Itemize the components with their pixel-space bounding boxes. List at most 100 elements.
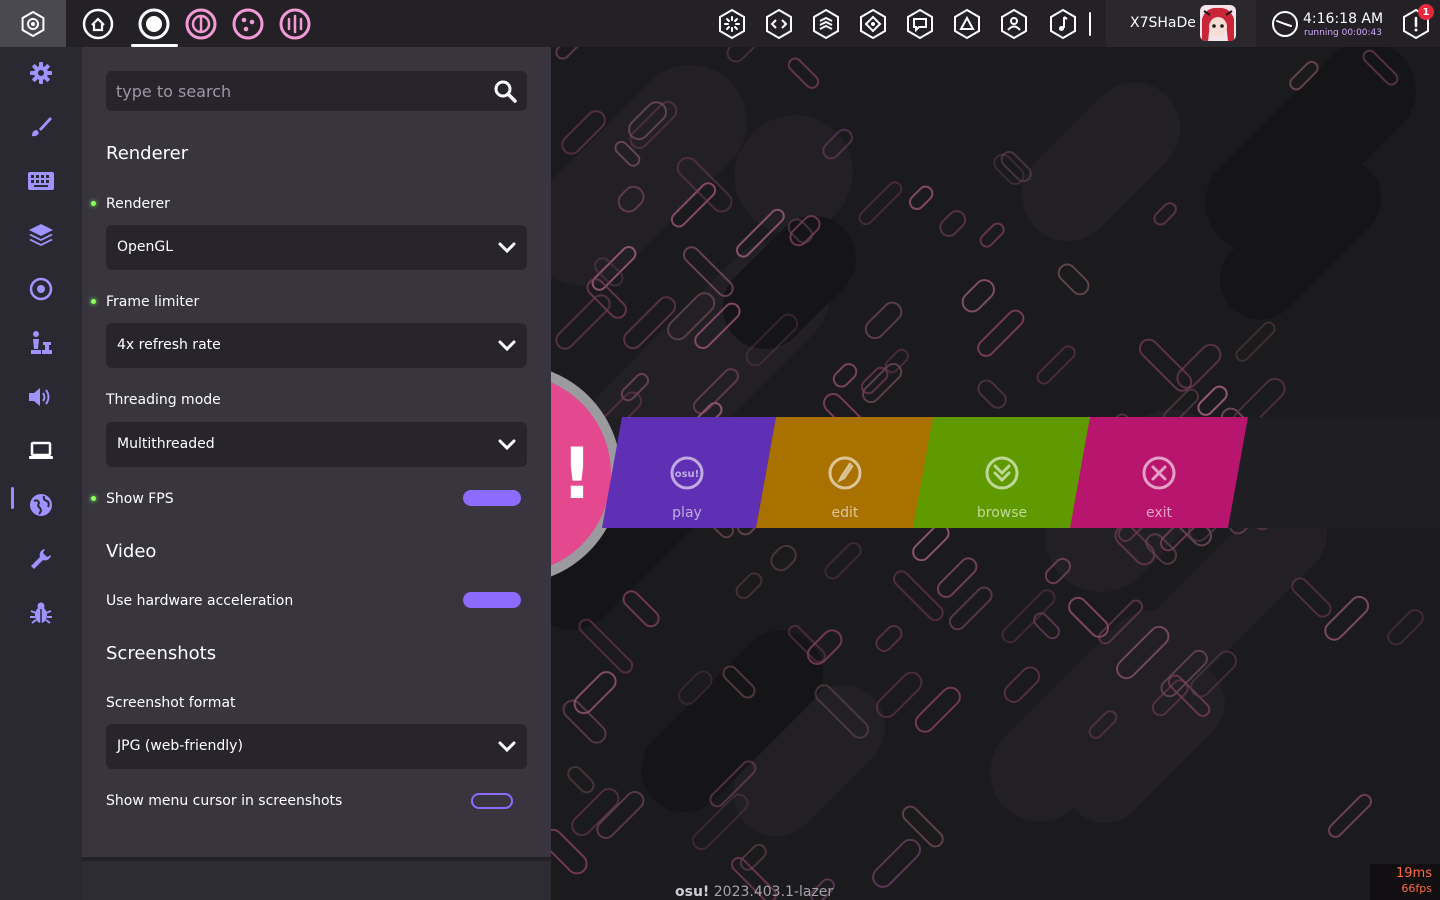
circle-target-icon bbox=[29, 277, 53, 301]
menu-cursor-toggle[interactable] bbox=[471, 793, 513, 809]
sidebar-item-rulesets[interactable] bbox=[20, 323, 62, 363]
clock-button[interactable] bbox=[1267, 6, 1303, 42]
sidebar-item-audio[interactable] bbox=[20, 377, 62, 417]
play-label: play bbox=[672, 505, 702, 521]
renderer-value: OpenGL bbox=[117, 239, 174, 255]
version-brand: osu! bbox=[675, 884, 710, 900]
wrench-icon bbox=[31, 549, 51, 569]
now-playing-button[interactable] bbox=[1045, 6, 1081, 42]
exit-label: exit bbox=[1145, 505, 1173, 521]
rankings-button[interactable] bbox=[855, 6, 891, 42]
ruleset-catch-button[interactable] bbox=[230, 6, 266, 42]
gear-icon bbox=[30, 62, 52, 84]
sidebar-item-user-interface[interactable] bbox=[20, 215, 62, 255]
taiko-ruleset-icon bbox=[185, 8, 217, 40]
chat-icon bbox=[766, 8, 792, 40]
play-button[interactable]: osu! play bbox=[598, 417, 776, 528]
edit-label: edit bbox=[831, 505, 859, 521]
screenshot-format-label: Screenshot format bbox=[106, 695, 236, 711]
sidebar-item-skin[interactable] bbox=[20, 107, 62, 147]
show-fps-toggle[interactable] bbox=[463, 490, 521, 506]
news-icon bbox=[813, 8, 839, 40]
sidebar-item-maintenance[interactable] bbox=[20, 539, 62, 579]
changed-indicator-dot bbox=[91, 496, 96, 501]
wiki-button[interactable] bbox=[996, 6, 1032, 42]
search-input[interactable]: type to search bbox=[116, 82, 231, 101]
threading-mode-label: Threading mode bbox=[106, 392, 221, 408]
changelog-button[interactable] bbox=[902, 6, 938, 42]
version-number: 2023.403.1-lazer bbox=[713, 884, 834, 900]
toolbar-separator bbox=[1089, 12, 1091, 36]
settings-panel: type to search Renderer Renderer OpenGL … bbox=[82, 47, 551, 857]
changelog-icon bbox=[907, 8, 933, 40]
catch-ruleset-icon bbox=[232, 8, 264, 40]
username: X7SHaDe bbox=[1130, 15, 1196, 31]
screenshot-format-dropdown[interactable]: JPG (web-friendly) bbox=[106, 724, 527, 769]
renderer-label: Renderer bbox=[106, 196, 170, 212]
frame-time: 19ms bbox=[1396, 866, 1432, 881]
laptop-icon bbox=[29, 441, 53, 459]
sidebar-item-graphics[interactable] bbox=[20, 431, 62, 471]
gear-icon bbox=[21, 10, 45, 37]
sidebar-item-online[interactable] bbox=[20, 485, 62, 525]
exit-button[interactable]: exit bbox=[1070, 417, 1248, 528]
search-icon bbox=[494, 80, 517, 103]
chevron-down-icon bbox=[498, 741, 516, 753]
changed-indicator-dot bbox=[91, 299, 96, 304]
chat-button[interactable] bbox=[761, 6, 797, 42]
sidebar-item-gameplay[interactable] bbox=[20, 269, 62, 309]
clock-icon bbox=[1272, 11, 1298, 37]
section-title-video: Video bbox=[106, 541, 157, 562]
version-text: osu! 2023.403.1-lazer bbox=[675, 884, 833, 900]
sidebar-active-indicator bbox=[11, 487, 14, 509]
sidebar-item-general[interactable] bbox=[20, 53, 62, 93]
avatar bbox=[1200, 5, 1236, 41]
chevron-down-icon bbox=[498, 242, 516, 254]
dashboard-button[interactable] bbox=[949, 6, 985, 42]
close-circle-icon bbox=[1142, 456, 1176, 490]
dashboard-icon bbox=[954, 8, 980, 40]
beatmap-listing-button[interactable] bbox=[714, 6, 750, 42]
search-field[interactable]: type to search bbox=[106, 71, 527, 111]
speaker-icon bbox=[29, 388, 50, 406]
running-time: running 00:00:43 bbox=[1304, 28, 1383, 38]
rankings-icon bbox=[860, 8, 886, 40]
fps-counter: 19ms 66fps bbox=[1370, 864, 1440, 900]
toolbar: X7SHaDe 4:16:18 AM running 00:00:43 1 bbox=[0, 0, 1440, 47]
frame-limiter-dropdown[interactable]: 4x refresh rate bbox=[106, 323, 527, 368]
osu-ruleset-icon bbox=[138, 8, 170, 40]
fps-value: 66fps bbox=[1401, 882, 1432, 895]
frame-limiter-label: Frame limiter bbox=[106, 294, 200, 310]
ruleset-mania-button[interactable] bbox=[277, 6, 313, 42]
ruleset-osu-button[interactable] bbox=[136, 6, 172, 42]
hardware-acceleration-label: Use hardware acceleration bbox=[106, 593, 294, 609]
settings-toggle-button[interactable] bbox=[0, 0, 66, 47]
chevron-down-icon bbox=[498, 439, 516, 451]
show-fps-label: Show FPS bbox=[106, 491, 174, 507]
hardware-acceleration-toggle[interactable] bbox=[463, 592, 521, 608]
threading-mode-value: Multithreaded bbox=[117, 436, 215, 452]
screenshot-format-value: JPG (web-friendly) bbox=[117, 738, 243, 754]
osu-logo-icon: osu! bbox=[670, 456, 704, 490]
home-icon bbox=[82, 8, 114, 40]
play-icon-text: osu! bbox=[675, 469, 700, 480]
sidebar-item-input[interactable] bbox=[20, 161, 62, 201]
pencil-circle-icon bbox=[828, 456, 862, 490]
browse-button[interactable]: browse bbox=[913, 417, 1091, 528]
sidebar-item-debug[interactable] bbox=[20, 593, 62, 633]
renderer-dropdown[interactable]: OpenGL bbox=[106, 225, 527, 270]
mania-ruleset-icon bbox=[279, 8, 311, 40]
chevron-down-icon bbox=[498, 340, 516, 352]
home-button[interactable] bbox=[80, 6, 116, 42]
next-section-preview bbox=[82, 861, 551, 900]
svg-text:!: ! bbox=[561, 433, 593, 515]
ruleset-taiko-button[interactable] bbox=[183, 6, 219, 42]
threading-mode-dropdown[interactable]: Multithreaded bbox=[106, 422, 527, 467]
chess-icon bbox=[31, 331, 52, 354]
music-icon bbox=[1050, 8, 1076, 40]
edit-button[interactable]: edit bbox=[756, 417, 934, 528]
bug-icon bbox=[30, 602, 52, 624]
settings-sidebar bbox=[0, 47, 82, 900]
wiki-icon bbox=[1001, 8, 1027, 40]
news-button[interactable] bbox=[808, 6, 844, 42]
